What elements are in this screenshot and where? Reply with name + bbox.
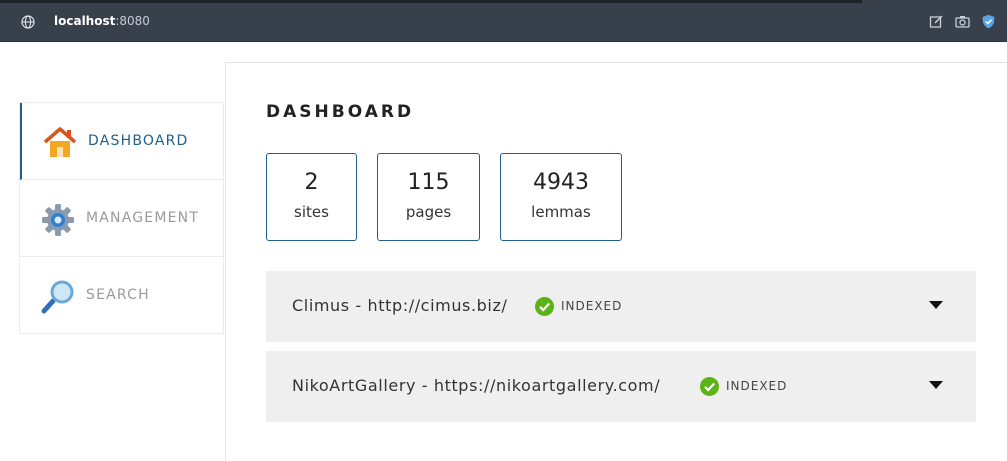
sidebar-item-management[interactable]: MANAGEMENT [20, 180, 224, 257]
stat-label: lemmas [531, 203, 591, 221]
gear-icon [42, 204, 74, 236]
stat-card-lemmas: 4943 lemmas [500, 153, 622, 241]
sidebar-item-label: SEARCH [86, 287, 150, 303]
stat-label: pages [405, 203, 452, 221]
stat-value: 4943 [533, 170, 589, 195]
page-title: DASHBOARD [266, 102, 415, 122]
browser-tab-strip [0, 0, 862, 3]
url-host: localhost [54, 14, 116, 28]
status-badge: INDEXED [726, 379, 788, 393]
camera-icon[interactable] [955, 14, 970, 29]
stat-value: 2 [304, 170, 319, 195]
url-port: :8080 [115, 14, 150, 28]
status-badge: INDEXED [561, 299, 623, 313]
site-row-climus[interactable]: Climus - http://cimus.biz/ INDEXED [266, 271, 976, 342]
magnifier-icon [41, 280, 74, 314]
shield-icon[interactable] [981, 14, 996, 29]
site-title: Climus - http://cimus.biz/ [292, 296, 508, 315]
site-row-nikoartgallery[interactable]: NikoArtGallery - https://nikoartgallery.… [266, 351, 976, 422]
site-title: NikoArtGallery - https://nikoartgallery.… [292, 376, 661, 395]
house-icon [43, 127, 77, 157]
address-bar[interactable]: localhost:8080 [54, 14, 150, 28]
stat-card-pages: 115 pages [377, 153, 480, 241]
browser-toolbar: localhost:8080 [0, 0, 1007, 42]
sidebar: DASHBOARD MANAGEMENT SEARCH [19, 102, 224, 334]
stat-label: sites [294, 203, 329, 221]
sidebar-item-search[interactable]: SEARCH [20, 257, 224, 334]
stat-value: 115 [407, 170, 450, 195]
stat-card-sites: 2 sites [266, 153, 357, 241]
globe-icon [21, 15, 35, 29]
check-circle-icon [700, 377, 719, 396]
chevron-down-icon[interactable] [929, 381, 943, 389]
check-circle-icon [535, 297, 554, 316]
sidebar-item-dashboard[interactable]: DASHBOARD [20, 103, 224, 180]
sidebar-item-label: DASHBOARD [88, 133, 189, 149]
edit-icon[interactable] [929, 14, 944, 29]
chevron-down-icon[interactable] [929, 301, 943, 309]
sidebar-item-label: MANAGEMENT [86, 210, 200, 226]
